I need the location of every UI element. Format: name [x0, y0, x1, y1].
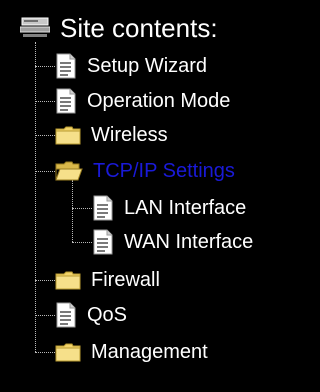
page-icon: [93, 195, 113, 221]
tree-item-qos[interactable]: QoS: [55, 299, 127, 331]
page-icon: [56, 302, 76, 328]
folder-open-icon: [55, 161, 83, 181]
tree-item-label: TCP/IP Settings: [93, 160, 235, 182]
tree-item-wireless[interactable]: Wireless: [55, 119, 168, 151]
tree-item-label: Firewall: [91, 269, 160, 291]
page-icon: [93, 229, 113, 255]
folder-closed-icon: [55, 126, 81, 145]
tree-item-management[interactable]: Management: [55, 336, 208, 368]
tree-item-wan-interface[interactable]: WAN Interface: [92, 226, 253, 258]
tree-item-label: Operation Mode: [87, 90, 231, 112]
tree-item-lan-interface[interactable]: LAN Interface: [92, 192, 246, 224]
tree-item-label: Management: [91, 341, 208, 363]
tree-item-label: Setup Wizard: [87, 55, 208, 77]
site-contents-tree: Site contents: Setup Wizard Operation Mo…: [0, 0, 320, 392]
tree-item-label: WAN Interface: [124, 231, 254, 253]
page-icon: [56, 88, 76, 114]
tree-root: Site contents:: [20, 14, 218, 42]
tree-item-setup-wizard[interactable]: Setup Wizard: [55, 50, 207, 82]
tree-item-operation-mode[interactable]: Operation Mode: [55, 85, 230, 117]
tree-item-tcpip-settings[interactable]: TCP/IP Settings: [55, 155, 235, 187]
tree-item-firewall[interactable]: Firewall: [55, 264, 160, 296]
tree-root-label: Site contents:: [60, 13, 218, 43]
folder-closed-icon: [55, 271, 81, 290]
page-icon: [56, 53, 76, 79]
computer-icon: [20, 17, 50, 37]
tree-item-label: Wireless: [91, 124, 168, 146]
folder-closed-icon: [55, 343, 81, 362]
tree-item-label: QoS: [87, 304, 128, 326]
tree-item-label: LAN Interface: [124, 197, 247, 219]
